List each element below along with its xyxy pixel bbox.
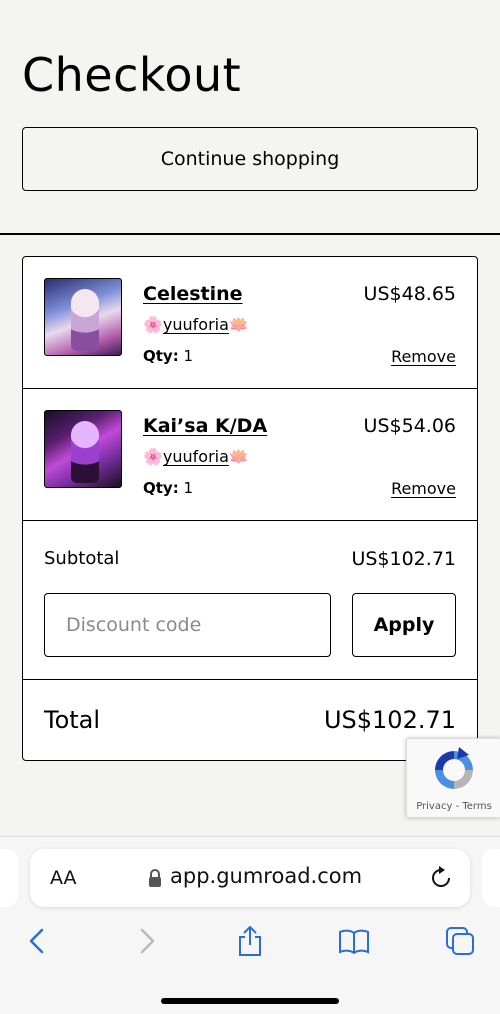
share-icon[interactable] [234,925,266,957]
creator-name[interactable]: yuuforia [163,447,229,466]
quantity: Qty: 1 [143,347,193,365]
browser-toolbar: AA app.gumroad.com [0,836,500,1014]
reader-settings-button[interactable]: AA [50,867,77,889]
flower-emoji: 🌸 [143,447,163,466]
subtotal-value: US$102.71 [351,548,456,570]
continue-shopping-button[interactable]: Continue shopping [22,127,478,191]
qty-label: Qty: [143,347,179,365]
lock-icon [149,869,161,887]
product-thumbnail[interactable] [44,410,122,488]
item-price: US$54.06 [363,415,456,437]
remove-link[interactable]: Remove [391,479,456,498]
apply-button[interactable]: Apply [352,593,456,657]
lotus-emoji: 🪷 [228,447,249,466]
reload-icon[interactable] [428,865,454,891]
url-text[interactable]: app.gumroad.com [170,864,362,888]
total-label: Total [44,706,101,734]
qty-value: 1 [183,479,194,497]
cart-item: Kai’sa K/DA 🌸 yuuforia 🪷 Qty: 1 US$54.06 R… [23,389,477,521]
cart-item: Celestine 🌸 yuuforia 🪷 Qty: 1 US$48.65 Rem… [23,257,477,389]
tabs-icon[interactable] [444,925,476,957]
next-tab-preview[interactable] [482,849,500,907]
product-name-link[interactable]: Kai’sa K/DA [143,415,267,437]
total-value: US$102.71 [323,706,456,734]
previous-tab-preview[interactable] [0,849,18,907]
creator-link[interactable]: 🌸 yuuforia 🪷 [143,447,249,466]
home-indicator [161,998,339,1004]
aa-label: AA [50,867,77,889]
item-price: US$48.65 [363,283,456,305]
recaptcha-icon [435,747,473,789]
back-icon[interactable] [22,925,54,957]
creator-link[interactable]: 🌸 yuuforia 🪷 [143,315,249,334]
qty-value: 1 [183,347,194,365]
quantity: Qty: 1 [143,479,193,497]
discount-code-input[interactable] [44,593,331,657]
creator-name[interactable]: yuuforia [163,315,229,334]
product-name-link[interactable]: Celestine [143,283,243,305]
forward-icon[interactable] [130,925,162,957]
page-title: Checkout [22,48,242,102]
subtotal-label: Subtotal [44,548,120,569]
recaptcha-badge[interactable]: Privacy - Terms [406,738,500,818]
recaptcha-terms[interactable]: Privacy - Terms [407,801,500,812]
address-bar[interactable]: AA app.gumroad.com [30,849,470,907]
lotus-emoji: 🪷 [228,315,249,334]
cart-panel: Celestine 🌸 yuuforia 🪷 Qty: 1 US$48.65 Rem… [22,256,478,761]
product-thumbnail[interactable] [44,278,122,356]
bookmarks-icon[interactable] [338,925,370,957]
remove-link[interactable]: Remove [391,347,456,366]
flower-emoji: 🌸 [143,315,163,334]
subtotal-section: Subtotal US$102.71 Apply [23,521,477,680]
qty-label: Qty: [143,479,179,497]
divider [0,233,500,235]
